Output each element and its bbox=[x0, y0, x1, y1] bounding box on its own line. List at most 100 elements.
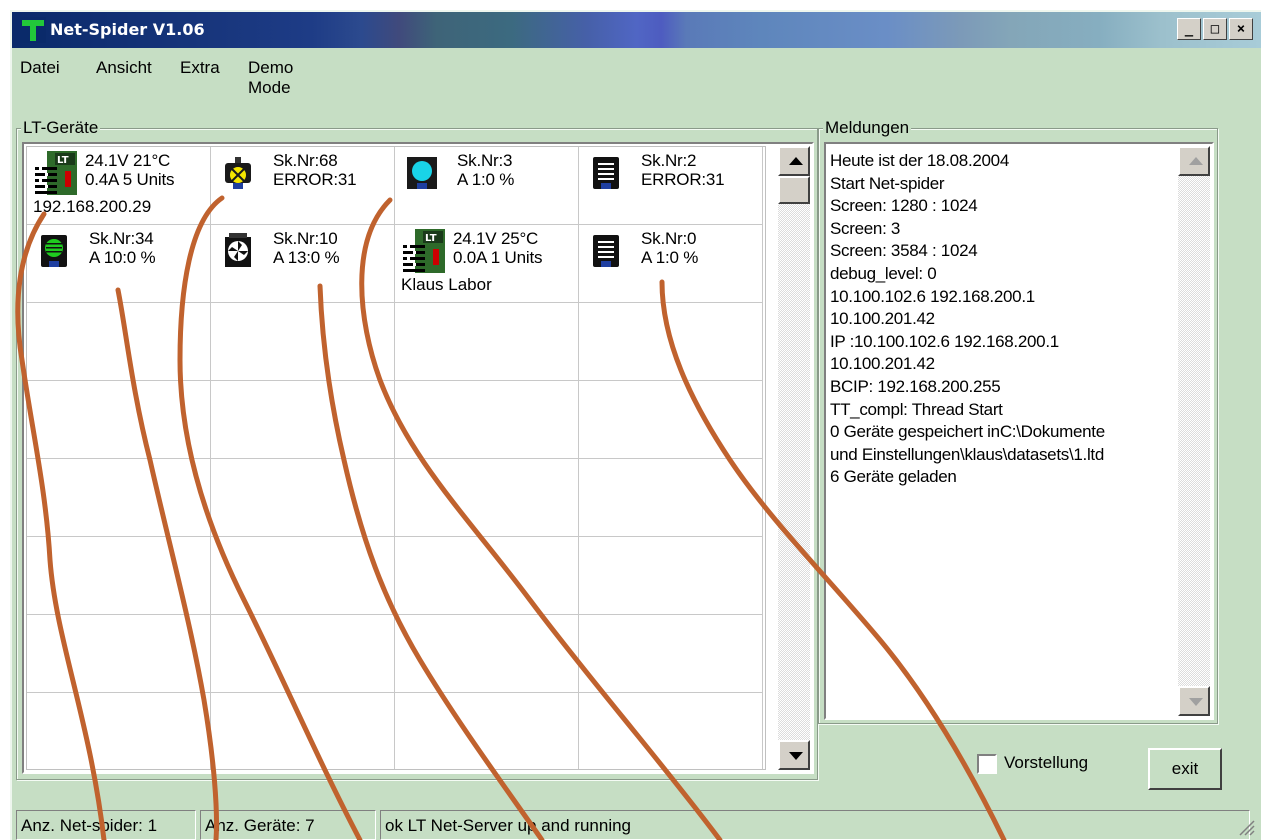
device-line-3: Klaus Labor bbox=[401, 275, 492, 294]
arrow-down-icon bbox=[789, 752, 803, 760]
message-line: 10.100.201.42 bbox=[830, 309, 935, 329]
empty-device-cell[interactable] bbox=[27, 693, 211, 769]
message-line: 6 Geräte geladen bbox=[830, 467, 957, 487]
device-cell[interactable]: Sk.Nr:3 A 1:0 % bbox=[395, 147, 579, 225]
message-line: Start Net-spider bbox=[830, 173, 945, 193]
device-line-2: A 1:0 % bbox=[641, 248, 699, 267]
empty-device-cell[interactable] bbox=[211, 537, 395, 615]
device-cell[interactable]: Sk.Nr:10 A 13:0 % bbox=[211, 225, 395, 303]
messages-list: Heute ist der 18.08.2004 Start Net-spider… bbox=[830, 150, 1178, 489]
device-cell[interactable]: Sk.Nr:2 ERROR:31 bbox=[579, 147, 763, 225]
device-line-2: ERROR:31 bbox=[273, 170, 357, 189]
message-line: 10.100.201.42 bbox=[830, 354, 935, 374]
empty-device-cell[interactable] bbox=[395, 537, 579, 615]
message-line: Screen: 3 bbox=[830, 218, 901, 238]
empty-device-cell[interactable] bbox=[395, 303, 579, 381]
empty-device-cell[interactable] bbox=[579, 537, 763, 615]
empty-device-cell[interactable] bbox=[211, 303, 395, 381]
exit-button[interactable]: exit bbox=[1148, 748, 1222, 790]
svg-text:LT: LT bbox=[57, 155, 69, 166]
empty-device-cell[interactable] bbox=[579, 459, 763, 537]
status-spider-count: Anz. Net-spider: 1 bbox=[16, 810, 196, 840]
device-cell[interactable]: LT 24.1V 25°C 0.0A 1 Units Klaus Labor bbox=[395, 225, 579, 303]
devices-grid[interactable]: LT 24.1V 21°C 0.4A 5 Units 192.168.200.29 S… bbox=[26, 146, 766, 770]
scroll-down-button[interactable] bbox=[778, 740, 810, 770]
device-line-2: 0.4A 5 Units bbox=[85, 170, 175, 189]
arrow-down-icon bbox=[1189, 698, 1203, 706]
title-bar[interactable]: Net-Spider V1.06 _ □ × bbox=[12, 12, 1261, 48]
lt-rack-icon: LT bbox=[401, 227, 449, 275]
device-line-2: A 13:0 % bbox=[273, 248, 340, 267]
menu-extra[interactable]: Extra bbox=[180, 58, 220, 78]
lt-rack-icon: LT bbox=[33, 149, 81, 197]
message-line: 0 Geräte gespeichert inC:\Dokumente bbox=[830, 422, 1105, 442]
devices-scrollbar[interactable] bbox=[778, 146, 810, 770]
device-cell[interactable]: Sk.Nr:34 A 10:0 % bbox=[27, 225, 211, 303]
vorstellung-checkbox[interactable] bbox=[977, 754, 997, 774]
scroll-thumb[interactable] bbox=[778, 176, 810, 204]
messages-scrollbar[interactable] bbox=[1178, 146, 1210, 716]
empty-device-cell[interactable] bbox=[579, 303, 763, 381]
device-line-1: Sk.Nr:34 bbox=[89, 229, 154, 248]
black-panel-device-icon bbox=[589, 233, 623, 269]
status-message: ok LT Net-Server up and running bbox=[380, 810, 1250, 840]
empty-device-cell[interactable] bbox=[395, 615, 579, 693]
device-line-1: Sk.Nr:0 bbox=[641, 229, 697, 248]
device-cell[interactable]: Sk.Nr:0 A 1:0 % bbox=[579, 225, 763, 303]
empty-device-cell[interactable] bbox=[27, 459, 211, 537]
maximize-button[interactable]: □ bbox=[1203, 18, 1227, 40]
empty-device-cell[interactable] bbox=[27, 537, 211, 615]
cyan-display-device-icon bbox=[405, 155, 439, 191]
empty-device-cell[interactable] bbox=[27, 615, 211, 693]
black-panel-device-icon bbox=[589, 155, 623, 191]
lamp-device-icon bbox=[221, 155, 255, 191]
message-line: Heute ist der 18.08.2004 bbox=[830, 151, 1009, 170]
empty-device-cell[interactable] bbox=[211, 615, 395, 693]
arrow-up-icon bbox=[1189, 157, 1203, 165]
messages-scroll-up-button[interactable] bbox=[1178, 146, 1210, 176]
empty-device-cell[interactable] bbox=[579, 381, 763, 459]
empty-device-cell[interactable] bbox=[395, 459, 579, 537]
device-line-1: Sk.Nr:3 bbox=[457, 151, 513, 170]
empty-device-cell[interactable] bbox=[579, 693, 763, 769]
menu-ansicht[interactable]: Ansicht bbox=[96, 58, 152, 78]
device-cell[interactable]: LT 24.1V 21°C 0.4A 5 Units 192.168.200.29 bbox=[27, 147, 211, 225]
menu-datei[interactable]: Datei bbox=[20, 58, 60, 78]
message-line: Screen: 1280 : 1024 bbox=[830, 196, 978, 216]
device-line-1: Sk.Nr:68 bbox=[273, 151, 338, 170]
resize-grip-icon[interactable] bbox=[1237, 818, 1255, 836]
svg-text:LT: LT bbox=[425, 233, 437, 244]
minimize-button[interactable]: _ bbox=[1177, 18, 1201, 40]
close-button[interactable]: × bbox=[1229, 18, 1253, 40]
message-line: und Einstellungen\klaus\datasets\1.ltd bbox=[830, 444, 1105, 464]
devices-group-label: LT-Geräte bbox=[21, 118, 101, 138]
device-line-1: Sk.Nr:10 bbox=[273, 229, 338, 248]
device-line-3: 192.168.200.29 bbox=[33, 197, 152, 216]
empty-device-cell[interactable] bbox=[27, 303, 211, 381]
status-device-count: Anz. Geräte: 7 bbox=[200, 810, 376, 840]
device-line-2: A 10:0 % bbox=[89, 248, 156, 267]
device-line-2: A 1:0 % bbox=[457, 170, 515, 189]
app-logo-icon bbox=[20, 17, 46, 43]
message-line: BCIP: 192.168.200.255 bbox=[830, 376, 1001, 396]
device-line-2: ERROR:31 bbox=[641, 170, 725, 189]
device-line-2: 0.0A 1 Units bbox=[453, 248, 543, 267]
device-line-1: Sk.Nr:2 bbox=[641, 151, 697, 170]
empty-device-cell[interactable] bbox=[579, 615, 763, 693]
empty-device-cell[interactable] bbox=[211, 381, 395, 459]
messages-scroll-down-button[interactable] bbox=[1178, 686, 1210, 716]
messages-group-label: Meldungen bbox=[823, 118, 912, 138]
empty-device-cell[interactable] bbox=[27, 381, 211, 459]
menu-demo-mode[interactable]: Demo Mode bbox=[248, 58, 293, 98]
fan-device-icon bbox=[221, 233, 255, 269]
device-line-1: 24.1V 25°C bbox=[453, 229, 539, 248]
scroll-up-button[interactable] bbox=[778, 146, 810, 176]
empty-device-cell[interactable] bbox=[395, 693, 579, 769]
messages-box[interactable]: Heute ist der 18.08.2004 Start Net-spider… bbox=[824, 142, 1214, 720]
empty-device-cell[interactable] bbox=[211, 459, 395, 537]
empty-device-cell[interactable] bbox=[211, 693, 395, 769]
message-line: IP :10.100.102.6 192.168.200.1 bbox=[830, 331, 1059, 351]
empty-device-cell[interactable] bbox=[395, 381, 579, 459]
device-cell[interactable]: Sk.Nr:68 ERROR:31 bbox=[211, 147, 395, 225]
app-window: Net-Spider V1.06 _ □ × Datei Ansicht Ext… bbox=[10, 10, 1261, 840]
